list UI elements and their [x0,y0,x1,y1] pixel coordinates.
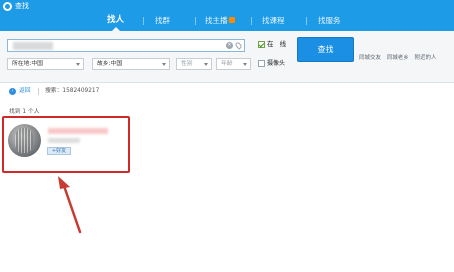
redacted-search-text [13,42,53,50]
location-select-value: 所在地:中国 [12,61,43,67]
nav-divider [306,17,307,25]
camera-label: 摄像头 [267,60,286,67]
online-label: 在 线 [267,40,289,48]
location-pin-icon[interactable] [234,41,243,50]
hometown-select[interactable]: 故乡:中国 [92,58,170,70]
tab-find-hosts[interactable]: 找主播 [205,13,235,28]
hometown-select-value: 故乡:中国 [97,61,123,67]
result-count: 找到 1 个人 [9,109,40,115]
age-select[interactable]: 年龄 [216,58,251,70]
age-select-value: 年龄 [221,61,233,67]
clear-icon[interactable]: × [226,42,233,49]
search-query-text: 搜索：1582409217 [45,88,100,94]
back-button[interactable]: 返回 [19,88,31,95]
tab-find-hosts-label: 找主播 [205,16,228,25]
toolbar-divider [38,88,39,95]
main-navigation: 找人 找群 找主播 找课程 找服务 [0,10,454,31]
quick-link-hometown[interactable]: 同城老乡 [387,55,409,61]
gender-select-value: 性别 [181,61,193,67]
annotation-arrow-line [61,181,82,234]
tab-find-courses[interactable]: 找课程 [262,13,285,28]
back-arrow-icon[interactable]: ‹ [9,88,16,95]
result-id [48,138,80,143]
avatar[interactable] [8,124,41,157]
camera-checkbox[interactable] [258,60,265,67]
chevron-down-icon [243,63,247,66]
nav-divider [195,17,196,25]
location-select[interactable]: 所在地:中国 [7,58,84,70]
gender-select[interactable]: 性别 [176,58,212,70]
search-input[interactable]: × [7,39,245,52]
online-checkbox[interactable] [258,41,265,48]
top-header: 查找 找人 找群 找主播 找课程 找服务 [0,0,454,31]
add-friend-button[interactable]: +好友 [47,147,71,155]
find-button[interactable]: 查找 [297,37,354,62]
annotation-arrow-head [58,176,70,189]
chevron-down-icon [204,63,208,66]
tab-find-services[interactable]: 找服务 [318,13,341,28]
results-toolbar: ‹ 返回 搜索：1582409217 [0,84,454,99]
nav-divider [251,17,252,25]
quick-links: 同城交友 同城老乡 附近的人 [359,53,441,61]
chevron-down-icon [76,63,80,66]
quick-link-nearby[interactable]: 附近的人 [415,55,437,61]
tab-find-groups[interactable]: 找群 [155,13,170,28]
tab-find-people[interactable]: 找人 [107,13,124,31]
result-name [48,128,108,134]
nav-divider [143,17,144,25]
search-filter-panel: × 在 线 查找 同城交友 同城老乡 附近的人 所在地:中国 故乡:中国 性别 … [0,31,454,83]
chevron-down-icon [162,63,166,66]
live-badge-icon [228,17,235,23]
quick-link-same-city[interactable]: 同城交友 [359,55,381,61]
